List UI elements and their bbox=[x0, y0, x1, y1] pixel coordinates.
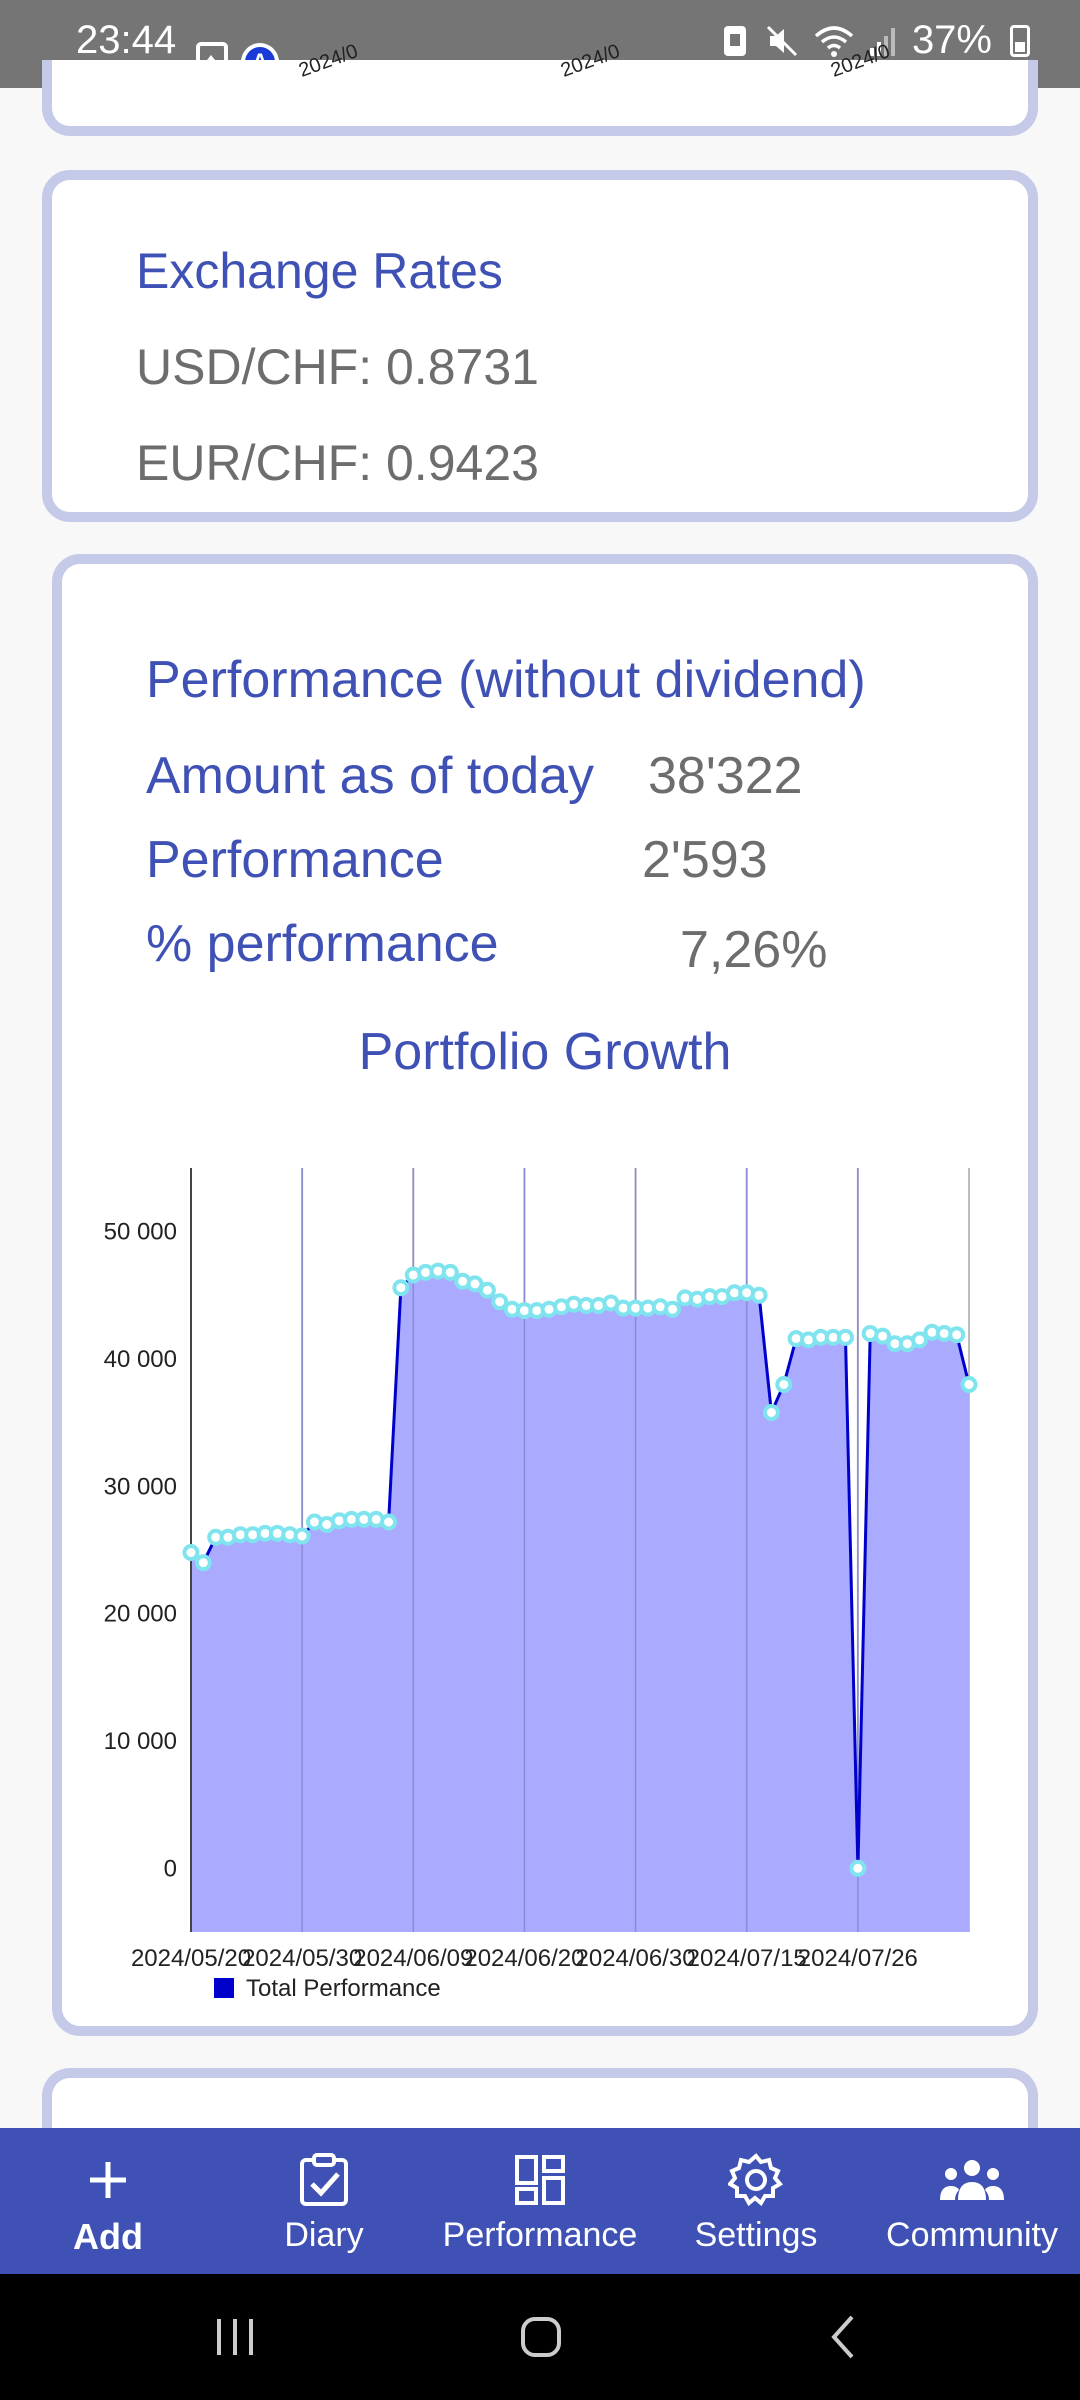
data-point bbox=[194, 1554, 212, 1572]
people-icon bbox=[939, 2150, 1005, 2210]
recent-apps-icon bbox=[217, 2319, 253, 2355]
status-time: 23:44 bbox=[76, 18, 177, 62]
data-point bbox=[849, 1859, 867, 1877]
data-point bbox=[441, 1263, 459, 1281]
x-tick-label: 2024/05/30 bbox=[242, 1945, 362, 1972]
legend-label: Total Performance bbox=[246, 1975, 441, 2002]
x-tick-label: 2024/07/15 bbox=[687, 1945, 807, 1972]
data-point bbox=[762, 1404, 780, 1421]
home-button[interactable] bbox=[506, 2274, 576, 2400]
nav-add[interactable]: Add bbox=[0, 2128, 216, 2274]
data-point bbox=[478, 1281, 496, 1299]
nav-add-label: Add bbox=[73, 2216, 143, 2257]
bottom-navigation: Add Diary Performance Settings Community bbox=[0, 2128, 1080, 2274]
data-point bbox=[664, 1300, 682, 1318]
exchange-rates-card: Exchange Rates USD/CHF: 0.8731 EUR/CHF: … bbox=[42, 170, 1038, 522]
performance-card: Performance (without dividend) Amount as… bbox=[52, 554, 1038, 2036]
nav-community[interactable]: Community bbox=[864, 2128, 1080, 2274]
data-point bbox=[380, 1513, 398, 1531]
data-point bbox=[837, 1328, 854, 1346]
nav-settings-label: Settings bbox=[694, 2216, 818, 2254]
y-tick-label: 20 000 bbox=[104, 1601, 177, 1628]
nav-diary[interactable]: Diary bbox=[216, 2128, 432, 2274]
x-tick-label: 2024/06/20 bbox=[464, 1945, 584, 1972]
y-tick-label: 10 000 bbox=[104, 1728, 177, 1755]
back-button[interactable] bbox=[808, 2274, 878, 2400]
plus-icon bbox=[86, 2150, 130, 2210]
back-icon bbox=[831, 2315, 854, 2359]
x-tick-label: 2024/05/20 bbox=[131, 1945, 251, 1972]
y-tick-label: 50 000 bbox=[104, 1219, 177, 1246]
nav-diary-label: Diary bbox=[284, 2216, 364, 2254]
legend-swatch bbox=[214, 1978, 234, 1998]
gear-icon bbox=[728, 2150, 784, 2210]
data-point bbox=[948, 1326, 966, 1344]
y-tick-label: 30 000 bbox=[104, 1473, 177, 1500]
x-tick-label: 2024/07/26 bbox=[798, 1945, 918, 1972]
nav-performance[interactable]: Performance bbox=[432, 2128, 648, 2274]
y-tick-label: 40 000 bbox=[104, 1346, 177, 1373]
data-point bbox=[392, 1279, 410, 1297]
data-point bbox=[960, 1376, 978, 1393]
data-point bbox=[182, 1544, 200, 1561]
dashboard-icon bbox=[514, 2150, 566, 2210]
previous-chart-card: 2024/0 2024/0 2024/0 bbox=[42, 40, 1038, 136]
usd-chf-rate: USD/CHF: 0.8731 bbox=[136, 339, 539, 395]
data-point bbox=[775, 1376, 793, 1393]
data-point bbox=[750, 1286, 768, 1304]
battery-icon bbox=[1010, 24, 1030, 57]
nav-performance-label: Performance bbox=[442, 2216, 638, 2254]
system-navigation-bar bbox=[0, 2274, 1080, 2400]
recent-apps-button[interactable] bbox=[200, 2274, 270, 2400]
home-icon bbox=[521, 2317, 561, 2357]
y-tick-label: 0 bbox=[164, 1855, 177, 1882]
nav-settings[interactable]: Settings bbox=[648, 2128, 864, 2274]
wifi-icon bbox=[814, 25, 854, 57]
nav-community-label: Community bbox=[886, 2216, 1058, 2254]
portfolio-growth-chart: 0 10 000 20 000 30 000 40 000 50 000 2024/05/2… bbox=[104, 1168, 978, 2002]
mute-icon bbox=[766, 25, 797, 56]
battery-percentage: 37% bbox=[911, 18, 992, 62]
clipboard-check-icon bbox=[298, 2150, 350, 2210]
x-tick-label: 2024/06/30 bbox=[576, 1945, 696, 1972]
eur-chf-rate: EUR/CHF: 0.9423 bbox=[136, 435, 539, 491]
data-point bbox=[293, 1527, 311, 1545]
x-tick-label: 2024/06/09 bbox=[353, 1945, 473, 1972]
sim-icon bbox=[723, 25, 746, 56]
exchange-rates-title: Exchange Rates bbox=[136, 243, 503, 299]
